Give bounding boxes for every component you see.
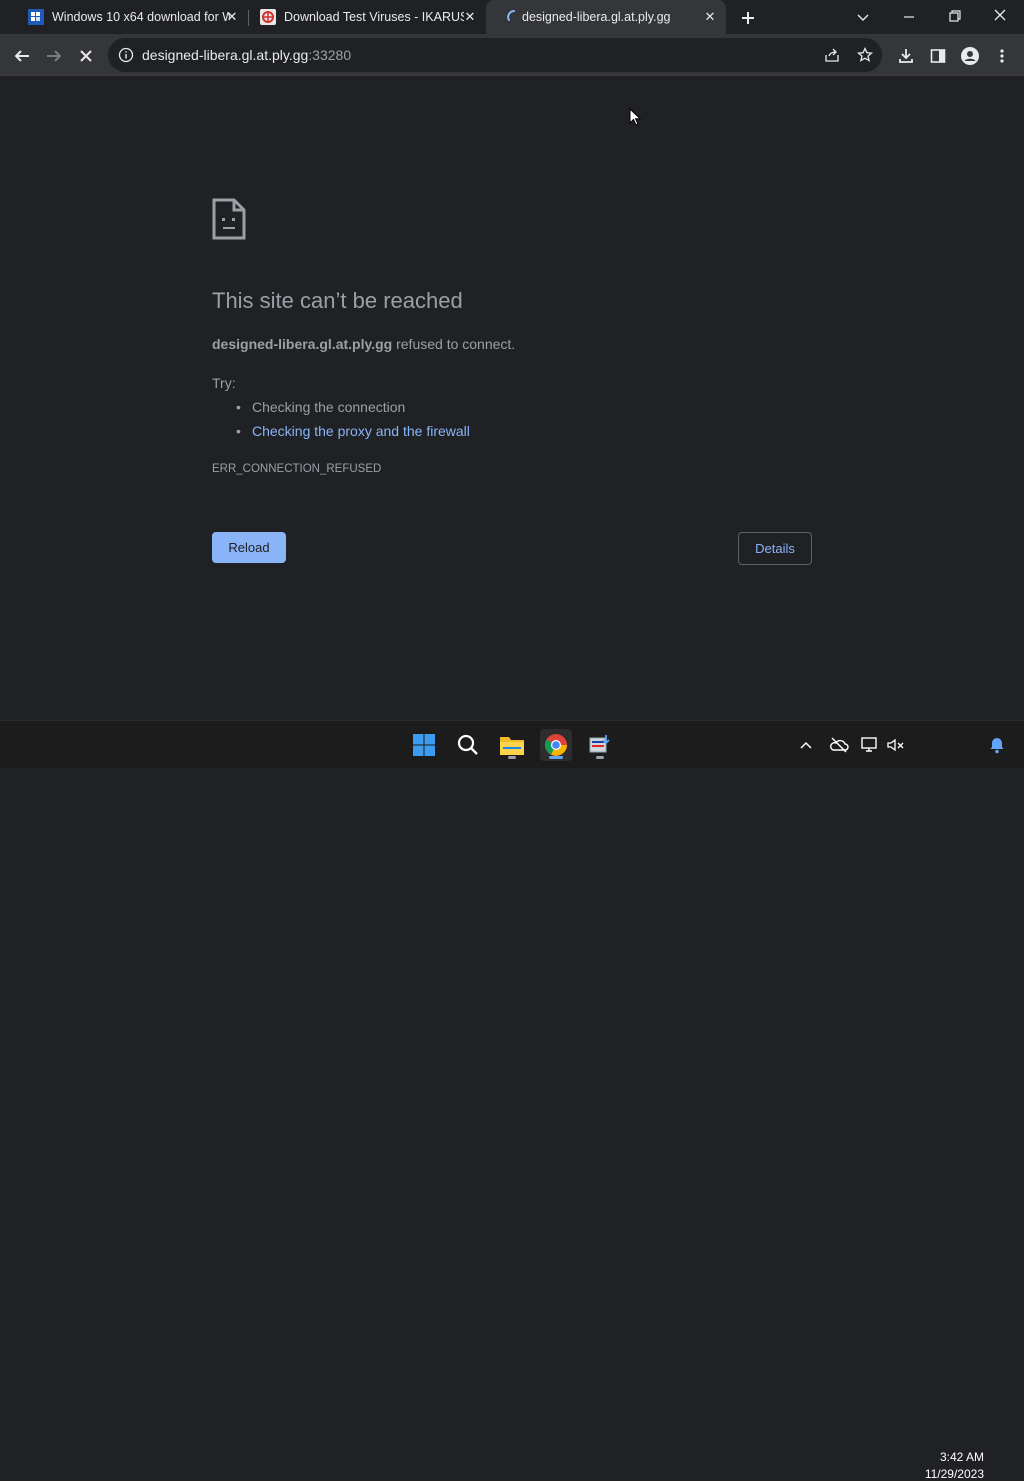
site-info-icon[interactable] [118,47,134,63]
reload-button[interactable]: Reload [212,532,286,563]
more-menu-icon[interactable] [988,42,1016,70]
plus-icon[interactable] [738,8,758,28]
running-indicator [508,756,516,759]
url-text[interactable]: designed-libera.gl.at.ply.gg:33280 [142,47,351,63]
tab-active[interactable]: designed-libera.gl.at.ply.gg ✕ [486,0,726,34]
error-page: This site can’t be reached designed-libe… [0,77,1024,720]
error-message: refused to connect. [392,336,516,352]
suggestion-check-connection: Checking the connection [236,398,470,422]
restore-icon[interactable] [946,7,964,25]
tab-ikarus[interactable]: Download Test Viruses - IKARUS ✕ [240,0,486,34]
suggestion-check-proxy-link[interactable]: Checking the proxy and the firewall [236,422,470,446]
page-title: This site can’t be reached [212,288,463,313]
share-icon[interactable] [824,47,840,63]
error-code: ERR_CONNECTION_REFUSED [212,463,382,475]
tab-close-icon[interactable]: ✕ [702,9,718,25]
search-icon[interactable] [452,729,484,761]
file-explorer-icon[interactable] [496,729,528,761]
error-host: designed-libera.gl.at.ply.gg [212,336,393,352]
chrome-icon[interactable] [540,729,572,761]
clock-time[interactable]: 3:42 AM [920,1450,984,1464]
side-panel-icon[interactable] [924,42,952,70]
volume-mute-icon[interactable] [886,736,906,754]
tab-title: designed-libera.gl.at.ply.gg [522,10,671,24]
browser-toolbar: designed-libera.gl.at.ply.gg:33280 [0,34,1024,76]
error-description: designed-libera.gl.at.ply.gg refused to … [212,336,515,352]
address-bar[interactable]: designed-libera.gl.at.ply.gg:33280 [108,38,882,72]
running-indicator [596,756,604,759]
minimize-icon[interactable] [900,8,918,26]
suggestion-list: Checking the connection Checking the pro… [236,398,470,446]
tab-title: Download Test Viruses - IKARUS [284,10,464,24]
windows-download-favicon [28,9,44,25]
chevron-down-icon[interactable] [854,8,872,26]
close-icon[interactable] [991,6,1009,24]
url-host: designed-libera.gl.at.ply.gg [142,47,309,63]
tab-windows-download[interactable]: Windows 10 x64 download for W ✕ [8,0,248,34]
tab-close-icon[interactable]: ✕ [224,9,240,25]
windows-start-icon[interactable] [408,729,440,761]
download-icon[interactable] [892,42,920,70]
tab-close-icon[interactable]: ✕ [462,9,478,25]
network-icon[interactable] [860,736,880,754]
installer-app-icon[interactable] [584,729,616,761]
star-icon[interactable] [856,46,874,63]
sad-page-icon [212,198,246,240]
notification-bell-icon[interactable] [988,736,1006,754]
tab-title: Windows 10 x64 download for W [52,10,230,24]
profile-icon[interactable] [956,42,984,70]
forward-arrow-icon[interactable] [40,42,68,70]
url-port: :33280 [308,47,352,63]
running-indicator [549,756,563,759]
ikarus-favicon [260,9,276,25]
details-button[interactable]: Details [738,532,812,565]
onedrive-offline-icon[interactable] [829,736,849,754]
loading-spinner-icon [506,9,522,25]
stop-icon[interactable] [72,42,100,70]
mouse-cursor-icon [629,107,642,126]
taskbar: 3:42 AM 11/29/2023 [0,720,1024,1481]
try-label: Try: [212,375,236,391]
chevron-up-icon[interactable] [798,737,814,753]
back-arrow-icon[interactable] [8,42,36,70]
clock-date[interactable]: 11/29/2023 [916,1467,984,1481]
tab-strip: Windows 10 x64 download for W ✕ Download… [0,0,1024,34]
